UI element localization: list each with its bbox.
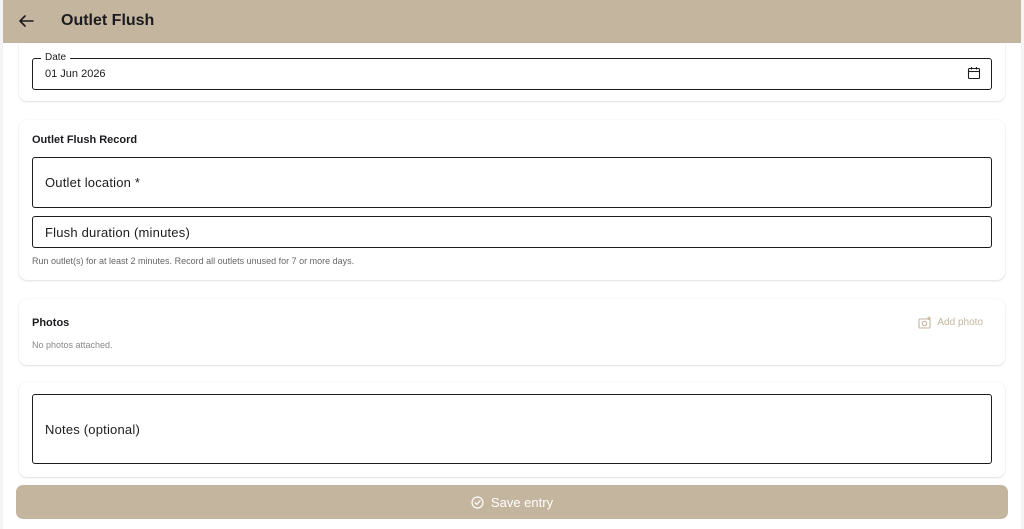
notes-card: Notes (optional) [19, 382, 1005, 477]
arrow-left-icon [19, 15, 34, 27]
date-field[interactable]: Date 01 Jun 2026 [32, 52, 992, 90]
record-helper-text: Run outlet(s) for at least 2 minutes. Re… [32, 256, 355, 266]
add-photo-icon [918, 316, 932, 329]
notes-field[interactable]: Notes (optional) [32, 394, 992, 464]
add-photo-label: Add photo [937, 317, 983, 328]
calendar-button[interactable] [967, 66, 983, 82]
photos-title: Photos [32, 317, 70, 329]
date-card: Date 01 Jun 2026 [19, 43, 1005, 101]
app-frame: Outlet Flush Date 01 Jun 2026 Outlet Flu… [3, 0, 1021, 529]
date-label: Date [41, 52, 71, 64]
add-photo-button[interactable]: Add photo [918, 316, 983, 329]
flush-duration-field[interactable]: Flush duration (minutes) [32, 216, 992, 248]
outlet-location-field[interactable]: Outlet location * [32, 157, 992, 208]
save-entry-label: Save entry [490, 494, 554, 510]
page-title: Outlet Flush [61, 12, 155, 29]
record-title: Outlet Flush Record [32, 134, 138, 146]
flush-duration-placeholder: Flush duration (minutes) [45, 225, 190, 240]
check-circle-icon [471, 495, 484, 509]
back-button[interactable] [13, 8, 39, 34]
notes-placeholder: Notes (optional) [45, 422, 140, 437]
photos-empty-text: No photos attached. [32, 340, 113, 350]
record-card: Outlet Flush Record Outlet location * Fl… [19, 120, 1005, 280]
photos-card: Photos Add photo No photos attached. [19, 299, 1005, 365]
save-entry-button[interactable]: Save entry [16, 485, 1008, 519]
outlet-location-placeholder: Outlet location * [45, 175, 141, 190]
calendar-icon [967, 67, 981, 80]
date-value: 01 Jun 2026 [45, 68, 106, 80]
app-bar: Outlet Flush [3, 0, 1021, 43]
